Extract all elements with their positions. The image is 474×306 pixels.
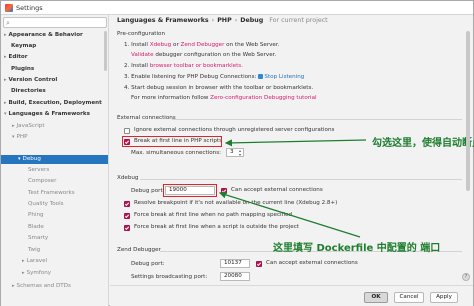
step-1-validate: Validate debugger configuration on the W… (131, 52, 277, 58)
sidebar-item-languages[interactable]: ▾ Languages & Frameworks (4, 110, 90, 119)
sidebar-item-composer[interactable]: Composer (28, 177, 56, 186)
force-break-outside-project-checkbox[interactable] (124, 225, 130, 231)
step-3: 3. Enable listening for PHP Debug Connec… (124, 74, 305, 80)
breadcrumb: Languages & Frameworks › PHP › Debug For curr… (117, 17, 328, 24)
stop-listening-link[interactable]: Stop Listening (264, 74, 304, 80)
zend-debugger-link[interactable]: Zend Debugger (181, 42, 225, 48)
ignore-external-label: Ignore external connections through unre… (134, 127, 335, 133)
project-scope-note: For current project (269, 17, 328, 24)
zend-broadcast-label: Settings broadcasting port: (131, 274, 208, 280)
apply-button[interactable]: Apply (430, 292, 458, 303)
annotation-text-port: 这里填写 Dockerfile 中配置的 端口 (273, 243, 441, 254)
sidebar-item-smarty[interactable]: Smarty (28, 234, 48, 243)
sidebar-item-test-frameworks[interactable]: Test Frameworks (28, 189, 75, 198)
sidebar-item-plugins[interactable]: Plugins (11, 65, 34, 74)
xdebug-link[interactable]: Xdebug (150, 42, 171, 48)
app-icon (5, 4, 13, 12)
sidebar-item-symfony[interactable]: ▸ Symfony (22, 269, 51, 278)
xdebug-divider (140, 179, 462, 180)
cancel-button[interactable]: Cancel (394, 292, 424, 303)
step-1: 1. Install Xdebug or Zend Debugger on th… (124, 42, 280, 48)
settings-window: Settings ⌕ ▸ Appearance & Behavior Keymap… (0, 0, 474, 306)
content-scrollbar-thumb[interactable] (466, 31, 470, 191)
sidebar-item-schemas[interactable]: ▸ Schemas and DTDs (12, 282, 71, 291)
sidebar-item-directories[interactable]: Directories (11, 87, 46, 96)
zend-port-input[interactable]: 10137 (220, 259, 250, 268)
sidebar-item-version-control[interactable]: ▸ Version Control (4, 76, 57, 85)
sidebar-item-laravel[interactable]: ▸ Laravel (22, 257, 47, 266)
annotation-arrow-1 (224, 139, 367, 147)
annotation-text-checkbox: 勾选这里，使得自动断点 (372, 138, 474, 149)
sidebar-item-php[interactable]: ▾ PHP (12, 133, 27, 142)
step-2: 2. Install browser toolbar or bookmarkle… (124, 63, 243, 69)
sidebar-item-editor[interactable]: ▸ Editor (4, 53, 28, 62)
zend-accept-external-checkbox[interactable] (256, 261, 262, 267)
settings-search-input[interactable]: ⌕ (3, 17, 107, 28)
pre-config-title: Pre-configuration (117, 31, 166, 37)
zend-broadcast-input[interactable]: 20080 (220, 272, 250, 281)
zend-accept-external-label: Can accept external connections (266, 260, 358, 266)
resolve-breakpoint-checkbox[interactable] (124, 201, 130, 207)
xdebug-title: Xdebug (117, 175, 139, 181)
sidebar-item-appearance[interactable]: ▸ Appearance & Behavior (4, 31, 83, 40)
title-bar: Settings (1, 1, 473, 15)
validate-link[interactable]: Validate (131, 52, 154, 58)
annotation-break-highlight (122, 136, 222, 147)
zend-debugger-title: Zend Debugger (117, 247, 161, 253)
search-icon: ⌕ (6, 19, 10, 27)
sidebar-item-servers[interactable]: Servers (28, 166, 49, 175)
force-break-outside-project-label: Force break at first line when a script … (134, 224, 299, 230)
external-connections-title: External connections (117, 115, 176, 121)
step-4-info: For more information follow Zero-configu… (131, 95, 317, 101)
settings-sidebar: ⌕ ▸ Appearance & Behavior Keymap ▸ Editor … (1, 15, 109, 306)
max-connections-label: Max. simultaneous connections: (131, 150, 222, 156)
sidebar-item-keymap[interactable]: Keymap (11, 42, 36, 51)
ok-button[interactable]: OK (364, 292, 388, 303)
sidebar-scrollbar[interactable] (104, 31, 107, 71)
settings-content: Languages & Frameworks › PHP › Debug For curr… (110, 15, 474, 285)
window-title: Settings (16, 4, 43, 12)
xdebug-accept-external-label: Can accept external connections (231, 187, 323, 193)
sidebar-item-quality-tools[interactable]: Quality Tools (28, 200, 64, 209)
stepper-arrows-icon[interactable]: ▴ ▾ (237, 149, 243, 157)
force-break-no-path-label: Force break at first line when no path m… (134, 212, 293, 218)
resolve-breakpoint-label: Resolve breakpoint if it's not available… (134, 200, 338, 206)
zend-port-label: Debug port: (131, 261, 165, 267)
zero-config-tutorial-link[interactable]: Zero-configuration Debugging tutorial (210, 95, 316, 101)
sidebar-item-blade[interactable]: Blade (28, 223, 44, 232)
external-divider (172, 119, 462, 120)
sidebar-item-debug[interactable]: ▾ Debug (18, 155, 41, 164)
ignore-external-checkbox[interactable] (124, 128, 130, 134)
xdebug-port-label: Debug port: (131, 188, 165, 194)
annotation-port-highlight (163, 184, 217, 197)
sidebar-item-phing[interactable]: Phing (28, 211, 44, 220)
force-break-no-path-checkbox[interactable] (124, 213, 130, 219)
browser-toolbar-link[interactable]: browser toolbar or bookmarklets. (150, 63, 243, 69)
content-scrollbar[interactable] (466, 31, 470, 281)
max-connections-stepper[interactable]: 3 ▴ ▾ (226, 148, 244, 157)
sidebar-item-twig[interactable]: Twig (28, 246, 40, 255)
xdebug-accept-external-checkbox[interactable] (221, 188, 227, 194)
step-4: 4. Start debug session in browser with t… (124, 85, 314, 91)
sidebar-item-build[interactable]: ▸ Build, Execution, Deployment (4, 99, 102, 108)
sidebar-item-javascript[interactable]: ▸ JavaScript (12, 122, 45, 131)
dialog-buttons: OK Cancel Apply (110, 285, 473, 306)
listening-icon (258, 74, 264, 79)
